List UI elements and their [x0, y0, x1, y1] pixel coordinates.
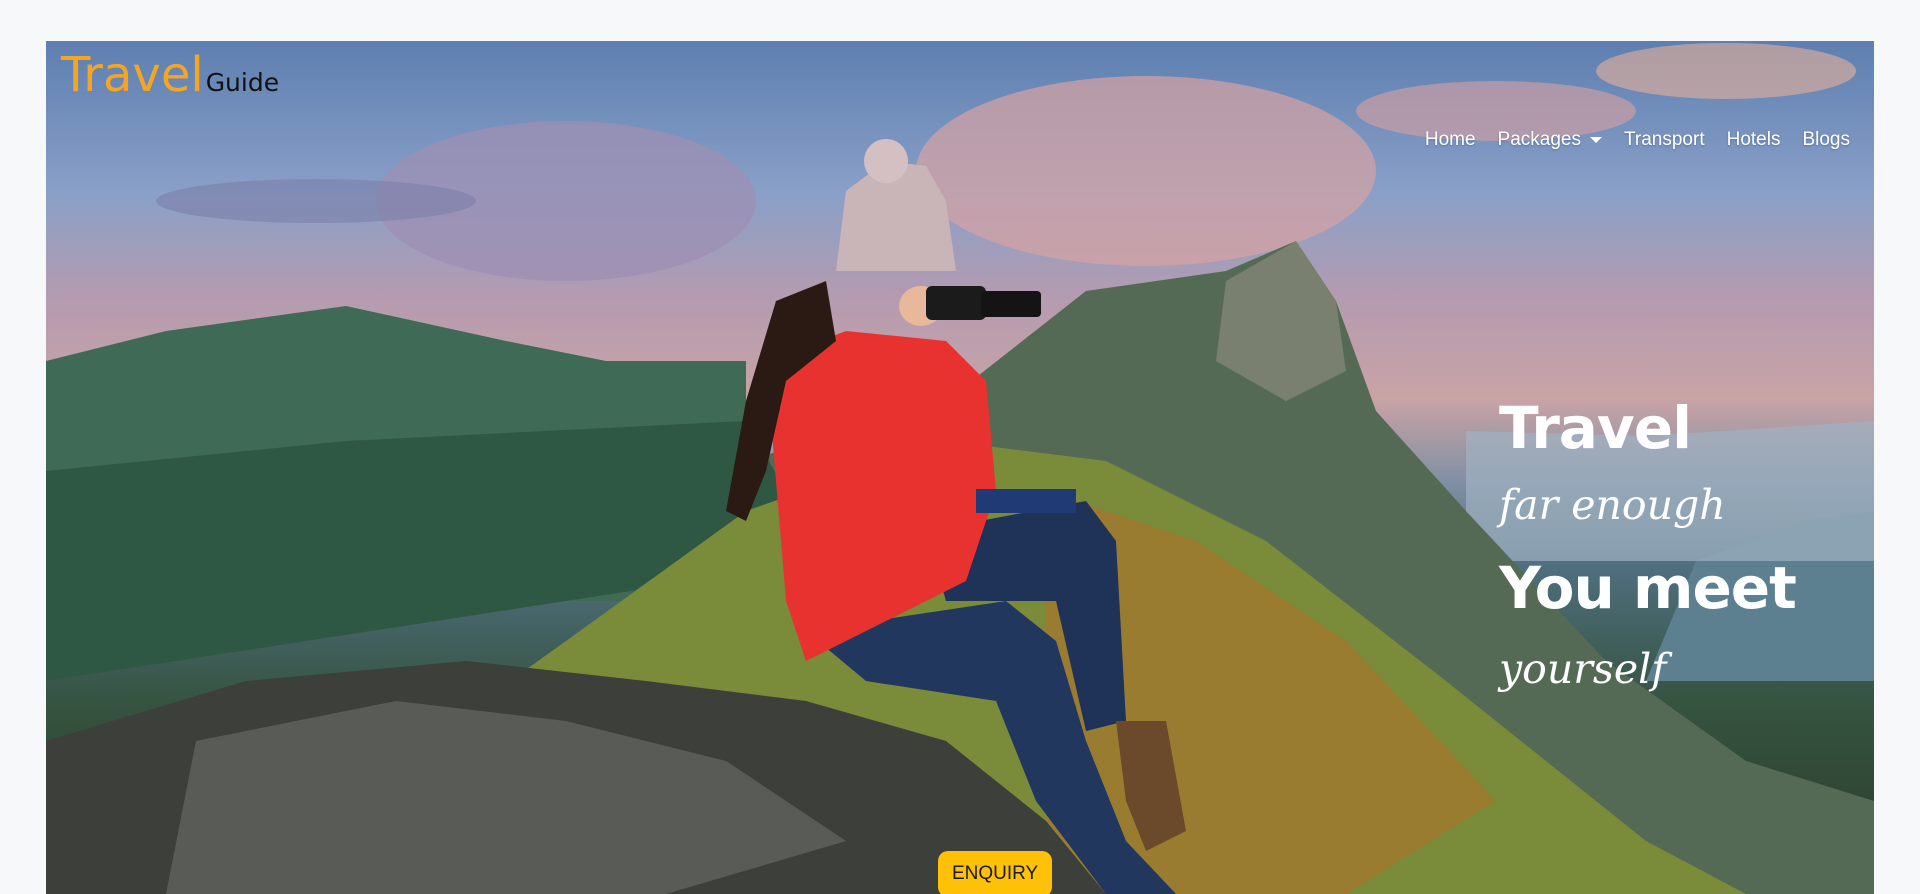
main-nav: Home Packages Transport Hotels Blogs	[1425, 129, 1850, 151]
tagline-line-1: Travel	[1499, 394, 1692, 462]
tagline-line-4: yourself	[1499, 645, 1667, 693]
nav-home-link[interactable]: Home	[1425, 129, 1476, 151]
hero-image	[46, 43, 1874, 894]
nav-hotels-link[interactable]: Hotels	[1727, 129, 1781, 151]
enquiry-button[interactable]: ENQUIRY	[938, 851, 1053, 894]
hero-banner: Travel Guide Home Packages Transport Hot…	[46, 41, 1874, 894]
tagline-line-3: You meet	[1499, 554, 1797, 622]
tagline-line-2: far enough	[1499, 481, 1726, 529]
brand-logo[interactable]: Travel Guide	[61, 51, 279, 99]
brand-guide-text: Guide	[205, 68, 280, 97]
nav-transport-link[interactable]: Transport	[1624, 129, 1705, 151]
caret-down-icon	[1590, 137, 1602, 143]
nav-packages-dropdown[interactable]: Packages	[1498, 129, 1602, 151]
nav-packages-label: Packages	[1497, 129, 1581, 150]
brand-travel-text: Travel	[61, 47, 204, 103]
nav-blogs-link[interactable]: Blogs	[1802, 129, 1850, 151]
